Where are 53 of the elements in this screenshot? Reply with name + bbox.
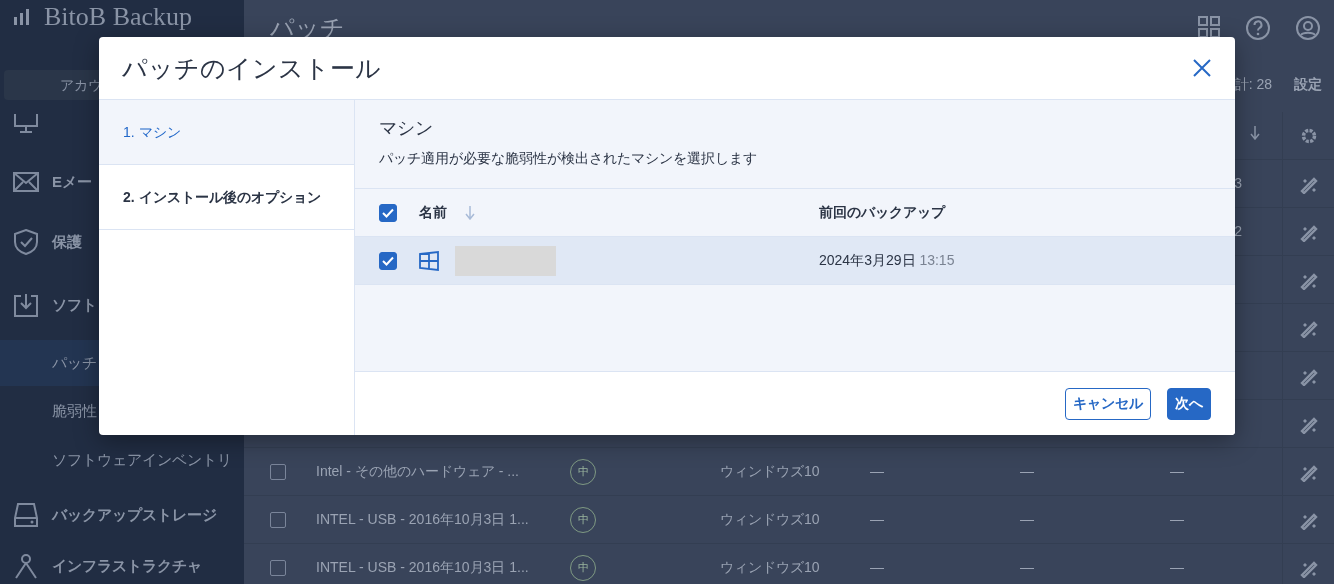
- logo-text: BitoB Backup: [44, 4, 193, 30]
- os-cell-text: ウィンドウズ10: [719, 558, 821, 577]
- checkbox[interactable]: [379, 251, 397, 270]
- os-cell-text: ウィンドウズ10: [719, 462, 821, 481]
- dialog-title: パッチのインストール: [122, 53, 381, 83]
- wizard-step[interactable]: 1. マシン: [99, 100, 354, 165]
- os-cell-text: ウィンドウズ10: [719, 510, 821, 529]
- total-count: 計: 28: [1234, 74, 1272, 94]
- section-heading: マシン: [379, 118, 434, 140]
- table-cell-text: —: [869, 558, 885, 577]
- shield-icon: [13, 229, 39, 255]
- table-cell-text: —: [1169, 510, 1185, 529]
- table-cell-text: —: [1169, 462, 1185, 481]
- column-header[interactable]: 名前: [419, 202, 447, 223]
- patch-name[interactable]: Intel - その他のハードウェア - ...: [304, 461, 560, 482]
- table-cell-text: 2: [1233, 222, 1243, 241]
- settings-link[interactable]: 設定: [1294, 73, 1322, 95]
- column-header[interactable]: 前回のバックアップ: [819, 202, 1235, 223]
- table-cell-text: —: [1019, 462, 1035, 481]
- sort-down-icon: [465, 205, 475, 220]
- patch-name[interactable]: INTEL - USB - 2016年10月3日 1...: [304, 509, 560, 530]
- section-description: パッチ適用が必要な脆弱性が検出されたマシンを選択します: [379, 148, 758, 168]
- envelope-icon: [13, 169, 39, 195]
- wizard-step[interactable]: 2. インストール後のオプション: [99, 165, 354, 230]
- sidebar-item[interactable]: ソフトウェアインベントリ: [0, 436, 244, 484]
- sort-down-icon: [1250, 126, 1260, 140]
- checkbox[interactable]: [379, 203, 397, 222]
- last-backup-text: 2024年3月29日 13:15: [819, 251, 956, 270]
- machine-row[interactable]: 2024年3月29日 13:15: [355, 237, 1235, 285]
- sidebar-section-label[interactable]: Eメー: [52, 170, 92, 194]
- account-icon[interactable]: [1296, 16, 1320, 40]
- grid-icon[interactable]: [1198, 16, 1220, 38]
- help-icon[interactable]: [1246, 16, 1270, 40]
- sidebar-section-label[interactable]: 保護: [52, 230, 82, 254]
- table-cell-text: 3: [1233, 174, 1243, 193]
- table-cell-text: —: [869, 462, 885, 481]
- table-cell-text: —: [1169, 558, 1185, 577]
- table-cell-text: —: [869, 510, 885, 529]
- patch-name[interactable]: INTEL - USB - 2016年10月3日 1...: [304, 557, 560, 578]
- drive-icon: [13, 502, 39, 528]
- table-cell-text: —: [1019, 558, 1035, 577]
- row-checkbox[interactable]: [270, 559, 286, 576]
- cancel-button[interactable]: キャンセル: [1065, 387, 1151, 420]
- row-checkbox[interactable]: [270, 511, 286, 528]
- row-checkbox[interactable]: [270, 463, 286, 480]
- next-button[interactable]: 次へ: [1167, 387, 1211, 420]
- download-box-icon: [13, 292, 39, 318]
- sidebar-section-label[interactable]: バックアップストレージ: [52, 503, 217, 527]
- sidebar-section-label[interactable]: インフラストラクチャ: [52, 554, 202, 578]
- windows-logo-icon: [419, 250, 439, 271]
- person-icon: [13, 553, 39, 579]
- table-cell-text: —: [1019, 510, 1035, 529]
- sidebar-section-label[interactable]: ソフト: [52, 293, 97, 317]
